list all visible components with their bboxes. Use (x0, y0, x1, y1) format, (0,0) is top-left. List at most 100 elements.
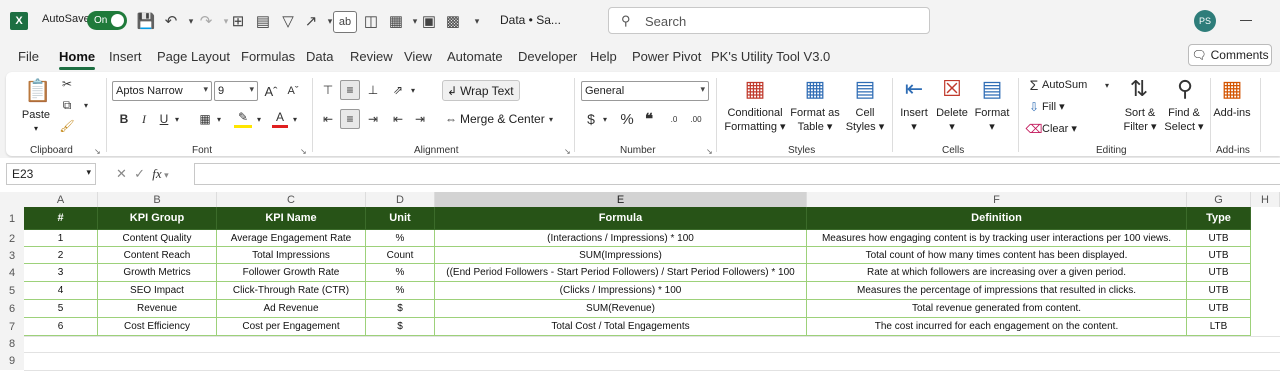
column-header-h[interactable]: H (1251, 192, 1280, 207)
minimize-icon[interactable] (1240, 20, 1252, 21)
cell-type[interactable]: LTB (1187, 318, 1251, 336)
row-header-8[interactable]: 8 (0, 336, 24, 352)
borders-icon[interactable]: ⊞ (227, 11, 249, 31)
conditional-formatting-label[interactable]: Conditional Formatting ▾ (722, 106, 788, 134)
name-box[interactable]: E23 ▾ (6, 163, 96, 185)
autosave-toggle[interactable]: On (87, 11, 127, 30)
alignment-launcher-icon[interactable]: ↘ (564, 147, 571, 156)
menu-automate[interactable]: Automate (447, 49, 503, 64)
column-header-a[interactable]: A (24, 192, 98, 207)
avatar[interactable]: PS (1194, 10, 1216, 32)
align-left-icon[interactable]: ⇤ (318, 109, 338, 129)
cell-kpi-group[interactable]: Content Reach (98, 247, 217, 264)
fill-label[interactable]: Fill ▾ (1042, 100, 1082, 114)
orientation-icon[interactable]: ⇗ (388, 80, 408, 100)
save-icon[interactable]: 💾 (135, 11, 157, 31)
fill-color-dropdown-icon[interactable]: ▾ (254, 110, 264, 128)
format-cells-icon[interactable]: ▤ (978, 76, 1006, 102)
font-name-combo[interactable]: Aptos Narrow ▾ (112, 81, 212, 101)
cell-formula[interactable]: (Clicks / Impressions) * 100 (435, 282, 807, 300)
font-launcher-icon[interactable]: ↘ (300, 147, 307, 156)
select-all-corner[interactable] (0, 192, 24, 207)
delete-cells-label[interactable]: Delete ▾ (934, 106, 970, 134)
bold-icon[interactable]: B (116, 110, 132, 128)
cell-kpi-group[interactable]: SEO Impact (98, 282, 217, 300)
cell-number[interactable]: 5 (24, 300, 98, 318)
cell-number[interactable]: 3 (24, 264, 98, 282)
column-header-b[interactable]: B (98, 192, 217, 207)
cell-number[interactable]: 2 (24, 247, 98, 264)
add-ins-label[interactable]: Add-ins (1212, 106, 1252, 120)
cell-kpi-group[interactable]: Revenue (98, 300, 217, 318)
find-select-label[interactable]: Find & Select ▾ (1162, 106, 1206, 134)
format-cells-label[interactable]: Format ▾ (972, 106, 1012, 134)
cancel-icon[interactable]: ✕ (116, 166, 127, 181)
fill-color-icon[interactable]: ✎ (234, 108, 252, 128)
header-cell-type[interactable]: Type (1187, 207, 1251, 230)
currency-dropdown-icon[interactable]: ▾ (600, 109, 610, 129)
menu-help[interactable]: Help (590, 49, 617, 64)
row-header-5[interactable]: 5 (0, 282, 24, 300)
calculator-icon[interactable]: ▣ (418, 11, 440, 31)
font-color-icon[interactable]: A (272, 108, 288, 128)
header-cell-formula[interactable]: Formula (435, 207, 807, 230)
column-header-g[interactable]: G (1187, 192, 1251, 207)
cell-number[interactable]: 6 (24, 318, 98, 336)
decrease-font-icon[interactable]: Aˇ (284, 81, 302, 101)
function-dropdown-icon[interactable]: ▾ (162, 170, 169, 180)
cell-definition[interactable]: Total count of how many times content ha… (807, 247, 1187, 264)
cell-type[interactable]: UTB (1187, 282, 1251, 300)
merge-dropdown-icon[interactable]: ▾ (546, 109, 556, 129)
menu-developer[interactable]: Developer (518, 49, 577, 64)
italic-icon[interactable]: I (136, 110, 152, 128)
paste-icon[interactable]: 📋 (24, 76, 52, 106)
align-top-icon[interactable]: ⊤ (318, 80, 338, 100)
font-color-dropdown-icon[interactable]: ▾ (290, 110, 300, 128)
cell-kpi-group[interactable]: Growth Metrics (98, 264, 217, 282)
cell-definition[interactable]: Measures the percentage of impressions t… (807, 282, 1187, 300)
fill-icon[interactable]: ⇩ (1026, 98, 1042, 116)
paste-label[interactable]: Paste (20, 108, 52, 122)
format-painter-icon[interactable]: 🖌 (58, 118, 76, 134)
function-icon[interactable]: fx (152, 166, 161, 181)
conditional-formatting-icon[interactable]: ▦ (742, 76, 768, 102)
menu-file[interactable]: File (18, 49, 39, 64)
cell-kpi-name[interactable]: Average Engagement Rate (217, 230, 366, 247)
row-header-2[interactable]: 2 (0, 230, 24, 247)
merge-center-label[interactable]: Merge & Center (460, 112, 546, 126)
menu-utility-tool[interactable]: PK's Utility Tool V3.0 (711, 49, 830, 64)
add-ins-icon[interactable]: ▦ (1218, 76, 1246, 102)
borders-button-icon[interactable]: ▦ (196, 110, 214, 128)
cell-unit[interactable]: $ (366, 300, 435, 318)
cell-kpi-name[interactable]: Cost per Engagement (217, 318, 366, 336)
picture-icon[interactable]: ▤ (252, 11, 274, 31)
header-cell-kpi-name[interactable]: KPI Name (217, 207, 366, 230)
columns-icon[interactable]: ◫ (360, 11, 382, 31)
row-header-9[interactable]: 9 (0, 352, 24, 370)
increase-font-icon[interactable]: Aˆ (262, 81, 280, 101)
menu-data[interactable]: Data (306, 49, 333, 64)
paste-dropdown-icon[interactable]: ▾ (30, 122, 42, 136)
comma-style-icon[interactable]: ❝ (642, 109, 656, 129)
autosum-icon[interactable]: Σ (1026, 76, 1042, 94)
decrease-decimal-icon[interactable]: .00 (686, 109, 706, 129)
header-cell-kpi-group[interactable]: KPI Group (98, 207, 217, 230)
form-icon[interactable]: ▩ (442, 11, 464, 31)
row-header-6[interactable]: 6 (0, 300, 24, 318)
menu-page-layout[interactable]: Page Layout (157, 49, 230, 64)
row-header-1[interactable]: 1 (0, 207, 24, 230)
search-box[interactable]: ⚲ Search (608, 7, 930, 34)
cell-kpi-name[interactable]: Total Impressions (217, 247, 366, 264)
cell-unit[interactable]: Count (366, 247, 435, 264)
merge-center-icon[interactable]: ⇔ (442, 109, 460, 129)
insert-cells-icon[interactable]: ⇤ (900, 76, 928, 102)
row-header-4[interactable]: 4 (0, 264, 24, 282)
sort-filter-label[interactable]: Sort & Filter ▾ (1118, 106, 1162, 134)
enter-icon[interactable]: ✓ (134, 166, 145, 181)
header-cell-definition[interactable]: Definition (807, 207, 1187, 230)
cell-kpi-group[interactable]: Cost Efficiency (98, 318, 217, 336)
copy-dropdown-icon[interactable]: ▾ (80, 97, 92, 113)
cell-formula[interactable]: Total Cost / Total Engagements (435, 318, 807, 336)
cell-number[interactable]: 1 (24, 230, 98, 247)
row-header-7[interactable]: 7 (0, 318, 24, 336)
